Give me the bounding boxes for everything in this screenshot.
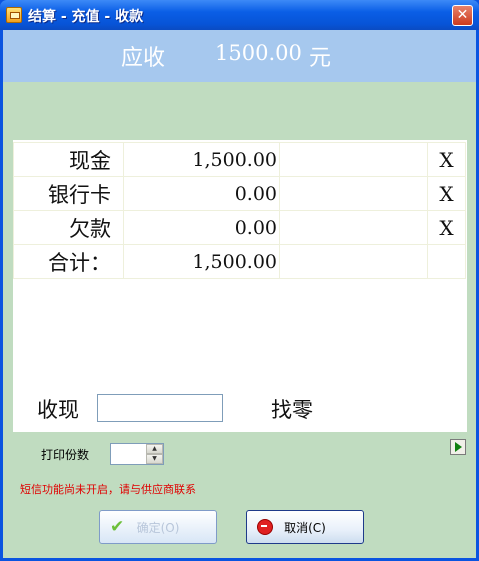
amount-due-value: 1500.00 (215, 41, 302, 65)
payment-extra-cell (279, 176, 428, 211)
payment-panel: 现金 1,500.00 X 银行卡 0.00 X 欠款 0.00 X 合计： 1… (13, 140, 467, 432)
close-button[interactable]: ✕ (452, 5, 473, 26)
sms-warning-text: 短信功能尚未开启，请与供应商联系 (20, 483, 196, 496)
stepper-down-icon[interactable]: ▼ (146, 454, 163, 464)
stepper-up-icon[interactable]: ▲ (146, 444, 163, 454)
payment-row-credit[interactable]: 欠款 0.00 X (13, 210, 466, 245)
payment-table: 现金 1,500.00 X 银行卡 0.00 X 欠款 0.00 X 合计： 1… (13, 142, 466, 279)
payment-amount[interactable]: 0.00 (123, 176, 280, 211)
amount-due-unit: 元 (309, 46, 332, 71)
amount-due-label: 应收 (121, 46, 166, 71)
payment-method: 欠款 (13, 210, 124, 245)
cancel-button-label: 取消(C) (284, 520, 326, 535)
checkout-dialog: 结算 - 充值 - 收款 ✕ 应收 1500.00 元 现金 1,500.00 … (0, 0, 479, 561)
payment-method: 现金 (13, 142, 124, 177)
stepper-buttons: ▲ ▼ (146, 444, 163, 464)
check-icon: ✔ (110, 517, 125, 537)
delete-payment-button[interactable]: X (427, 176, 466, 211)
change-label: 找零 (271, 398, 313, 422)
total-extra-cell (279, 244, 428, 279)
payment-total-row: 合计： 1,500.00 (13, 244, 466, 279)
arrow-right-icon[interactable] (450, 439, 466, 455)
print-copies-label: 打印份数 (41, 448, 90, 462)
stop-icon (257, 519, 273, 535)
payment-row-cash[interactable]: 现金 1,500.00 X (13, 142, 466, 177)
payment-method: 银行卡 (13, 176, 124, 211)
title-bar[interactable]: 结算 - 充值 - 收款 ✕ (0, 0, 479, 30)
total-empty-cell (427, 244, 466, 279)
print-copies-stepper[interactable]: ▲ ▼ (110, 443, 164, 465)
ok-button[interactable]: ✔ 确定(O) (99, 510, 217, 544)
payment-amount[interactable]: 0.00 (123, 210, 280, 245)
payment-extra-cell (279, 142, 428, 177)
payment-extra-cell (279, 210, 428, 245)
cancel-button[interactable]: 取消(C) (246, 510, 364, 544)
ok-button-label: 确定(O) (136, 520, 180, 535)
app-folder-icon (6, 7, 22, 23)
amount-due-band: 应收 1500.00 元 (3, 30, 476, 82)
receive-cash-input[interactable] (97, 394, 223, 422)
total-amount: 1,500.00 (123, 244, 280, 279)
delete-payment-button[interactable]: X (427, 142, 466, 177)
payment-amount[interactable]: 1,500.00 (123, 142, 280, 177)
total-label: 合计： (13, 244, 124, 279)
window-title: 结算 - 充值 - 收款 (28, 9, 144, 25)
dialog-body: 应收 1500.00 元 现金 1,500.00 X 银行卡 0.00 X 欠款… (3, 30, 476, 558)
payment-row-bank-card[interactable]: 银行卡 0.00 X (13, 176, 466, 211)
receive-cash-label: 收现 (37, 398, 79, 422)
delete-payment-button[interactable]: X (427, 210, 466, 245)
